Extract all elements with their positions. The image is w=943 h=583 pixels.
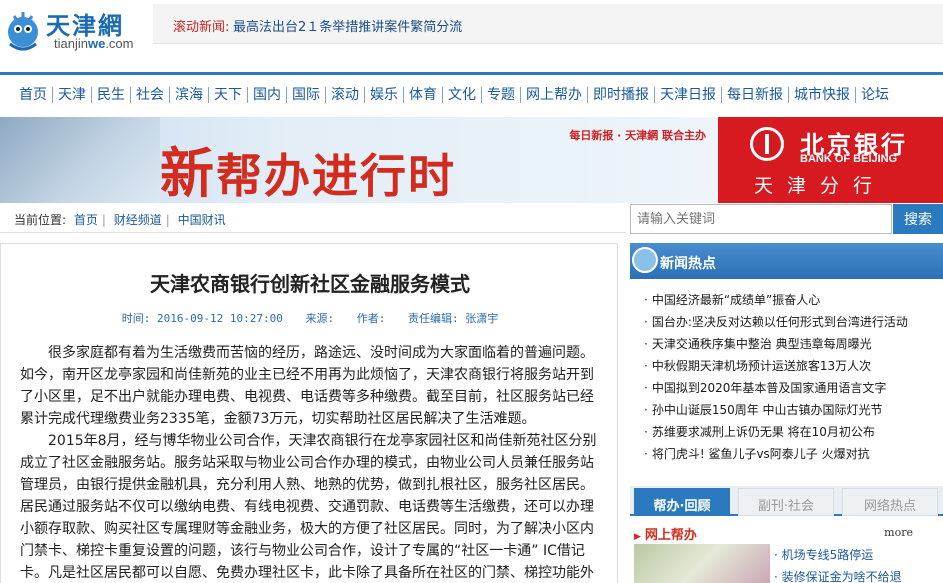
article-meta: 时间: 2016-09-12 10:27:00 来源: 作者: 责任编辑: 张潇… xyxy=(1,310,619,326)
nav-item-live[interactable]: 即时播报 xyxy=(588,87,655,103)
nav-item-international[interactable]: 国际 xyxy=(287,87,326,103)
nav-item-daily-news[interactable]: 每日新报 xyxy=(722,87,789,103)
hot-news-item[interactable]: 中秋假期天津机场预计运送旅客13万人次 xyxy=(644,355,908,377)
search-input[interactable] xyxy=(630,204,892,234)
breadcrumb-china-news[interactable]: 中国财讯 xyxy=(174,213,230,227)
hot-news-item[interactable]: 天津交通秩序集中整治 典型违章每周曝光 xyxy=(644,333,908,355)
logo-mascot-icon xyxy=(8,12,38,51)
banner-sponsor: 每日新报 · 天津網 联合主办 xyxy=(569,129,706,142)
help-photo[interactable] xyxy=(634,544,770,583)
tab-help-review[interactable]: 帮办·回顾 xyxy=(634,488,730,516)
nav-item-entertainment[interactable]: 娱乐 xyxy=(365,87,404,103)
bank-name-en: BANK OF BEIJING xyxy=(800,153,898,165)
search-button[interactable]: 搜索 xyxy=(893,204,943,234)
article-paragraph: 很多家庭都有着为生活缴费而苦恼的经历，路途远、没时间成为大家面临着的普遍问题。如… xyxy=(20,345,594,427)
nav-item-home[interactable]: 首页 xyxy=(14,87,53,103)
logo-url: tianjinwe.com xyxy=(54,36,133,51)
banner-title-rest: 帮办进行时 xyxy=(216,149,456,203)
breadcrumb-sep: | xyxy=(165,213,170,227)
nav-list: 首页 天津 民生 社会 滨海 天下 国内 国际 滚动 娱乐 体育 文化 专题 网… xyxy=(14,87,894,103)
hot-news-item[interactable]: 将门虎斗! 鲨鱼儿子vs阿泰儿子 火爆对抗 xyxy=(644,443,908,465)
hot-news-item[interactable]: 孙中山诞辰150周年 中山古镇办国际灯光节 xyxy=(644,399,908,421)
article-time: 时间: 2016-09-12 10:27:00 xyxy=(121,312,283,325)
breadcrumb-sep: | xyxy=(101,213,106,227)
nav-item-tianjin-daily[interactable]: 天津日报 xyxy=(655,87,722,103)
bank-logo-icon xyxy=(750,127,784,161)
hot-news-item[interactable]: 国台办:坚决反对达赖以任何形式到台湾进行活动 xyxy=(644,311,908,333)
nav-item-society[interactable]: 社会 xyxy=(131,87,170,103)
promo-banner[interactable]: 新帮办进行时 每日新报 · 天津網 联合主办 xyxy=(0,117,718,203)
article-body: 很多家庭都有着为生活缴费而苦恼的经历，路途远、没时间成为大家面临着的普遍问题。如… xyxy=(20,342,602,583)
banner-title: 新帮办进行时 xyxy=(160,129,456,203)
help-item[interactable]: 装修保证金为啥不给退 xyxy=(774,566,902,583)
bank-branch: 天津分行 xyxy=(754,175,887,197)
article-paragraph: 2015年8月，经与博华物业公司合作，天津农商银行在龙亭家园社区和尚佳新苑社区分… xyxy=(20,433,597,581)
logo-url-post: .com xyxy=(105,36,134,51)
nav-item-sports[interactable]: 体育 xyxy=(404,87,443,103)
hot-news-list: 中国经济最新“成绩单”振奋人心 国台办:坚决反对达赖以任何形式到台湾进行活动 天… xyxy=(644,289,908,465)
main-nav: 首页 天津 民生 社会 滨海 天下 国内 国际 滚动 娱乐 体育 文化 专题 网… xyxy=(0,72,943,117)
nav-item-binhai[interactable]: 滨海 xyxy=(170,87,209,103)
banner-photo xyxy=(0,117,160,203)
hot-news-item[interactable]: 中国经济最新“成绩单”振奋人心 xyxy=(644,289,908,311)
tab-web-hot[interactable]: 网络热点 xyxy=(842,488,938,516)
ticker-link[interactable]: 最高法出台2１条举措推讲案件繁简分流 xyxy=(233,16,462,35)
online-help-panel: 网上帮办 more 机场专线5路停运 装修保证金为啥不给退 xyxy=(630,520,943,583)
top-bar: 天津網 tianjinwe.com 滚动新闻: 最高法出台2１条举措推讲案件繁简… xyxy=(0,0,943,70)
breadcrumb-finance[interactable]: 财经频道 xyxy=(110,213,166,227)
logo-url-pre: tianjin xyxy=(54,36,88,51)
hot-news-item[interactable]: 中国拟到2020年基本普及国家通用语言文字 xyxy=(644,377,908,399)
help-item[interactable]: 机场专线5路停运 xyxy=(774,544,902,566)
hot-news-panel: 新闻热点 中国经济最新“成绩单”振奋人心 国台办:坚决反对达赖以任何形式到台湾进… xyxy=(630,243,943,463)
tab-supplement-society[interactable]: 副刊·社会 xyxy=(738,488,834,516)
banner-title-big: 新 xyxy=(160,141,216,203)
nav-item-minsheng[interactable]: 民生 xyxy=(92,87,131,103)
article-source: 来源: xyxy=(305,312,335,325)
news-ticker: 滚动新闻: 最高法出台2１条举措推讲案件繁简分流 xyxy=(153,4,943,44)
hot-news-item[interactable]: 苏维要求减刑上诉仍无果 将在10月初公布 xyxy=(644,421,908,443)
nav-item-culture[interactable]: 文化 xyxy=(443,87,482,103)
article-author: 作者: xyxy=(356,312,386,325)
ticker-label: 滚动新闻: xyxy=(173,20,230,35)
breadcrumb-home[interactable]: 首页 xyxy=(70,213,102,227)
nav-item-rolling[interactable]: 滚动 xyxy=(326,87,365,103)
nav-item-online-help[interactable]: 网上帮办 xyxy=(521,87,588,103)
sidebar-tabs: 帮办·回顾 副刊·社会 网络热点 xyxy=(630,486,943,516)
nav-item-forum[interactable]: 论坛 xyxy=(856,87,894,103)
help-list: 机场专线5路停运 装修保证金为啥不给退 xyxy=(774,544,902,583)
bank-ad[interactable]: 北京银行 BANK OF BEIJING 天津分行 xyxy=(718,117,943,203)
article-editor: 责任编辑: 张潇宇 xyxy=(407,312,499,325)
nav-item-domestic[interactable]: 国内 xyxy=(248,87,287,103)
breadcrumb: 当前位置: 首页 | 财经频道 | 中国财讯 xyxy=(0,205,626,233)
article-title: 天津农商银行创新社区金融服务模式 xyxy=(150,272,470,296)
logo-url-we: we xyxy=(87,36,106,51)
hot-news-title: 新闻热点 xyxy=(660,256,716,272)
nav-item-tianjin[interactable]: 天津 xyxy=(53,87,92,103)
hot-news-header: 新闻热点 xyxy=(630,243,943,279)
nav-item-world[interactable]: 天下 xyxy=(209,87,248,103)
site-logo[interactable]: 天津網 tianjinwe.com xyxy=(2,4,147,60)
article: 天津农商银行创新社区金融服务模式 时间: 2016-09-12 10:27:00… xyxy=(0,243,618,583)
nav-item-city-express[interactable]: 城市快报 xyxy=(789,87,856,103)
nav-item-topics[interactable]: 专题 xyxy=(482,87,521,103)
more-link[interactable]: more xyxy=(884,526,913,539)
online-help-title[interactable]: 网上帮办 xyxy=(634,524,697,543)
globe-icon xyxy=(632,247,658,273)
breadcrumb-label: 当前位置: xyxy=(14,213,67,227)
